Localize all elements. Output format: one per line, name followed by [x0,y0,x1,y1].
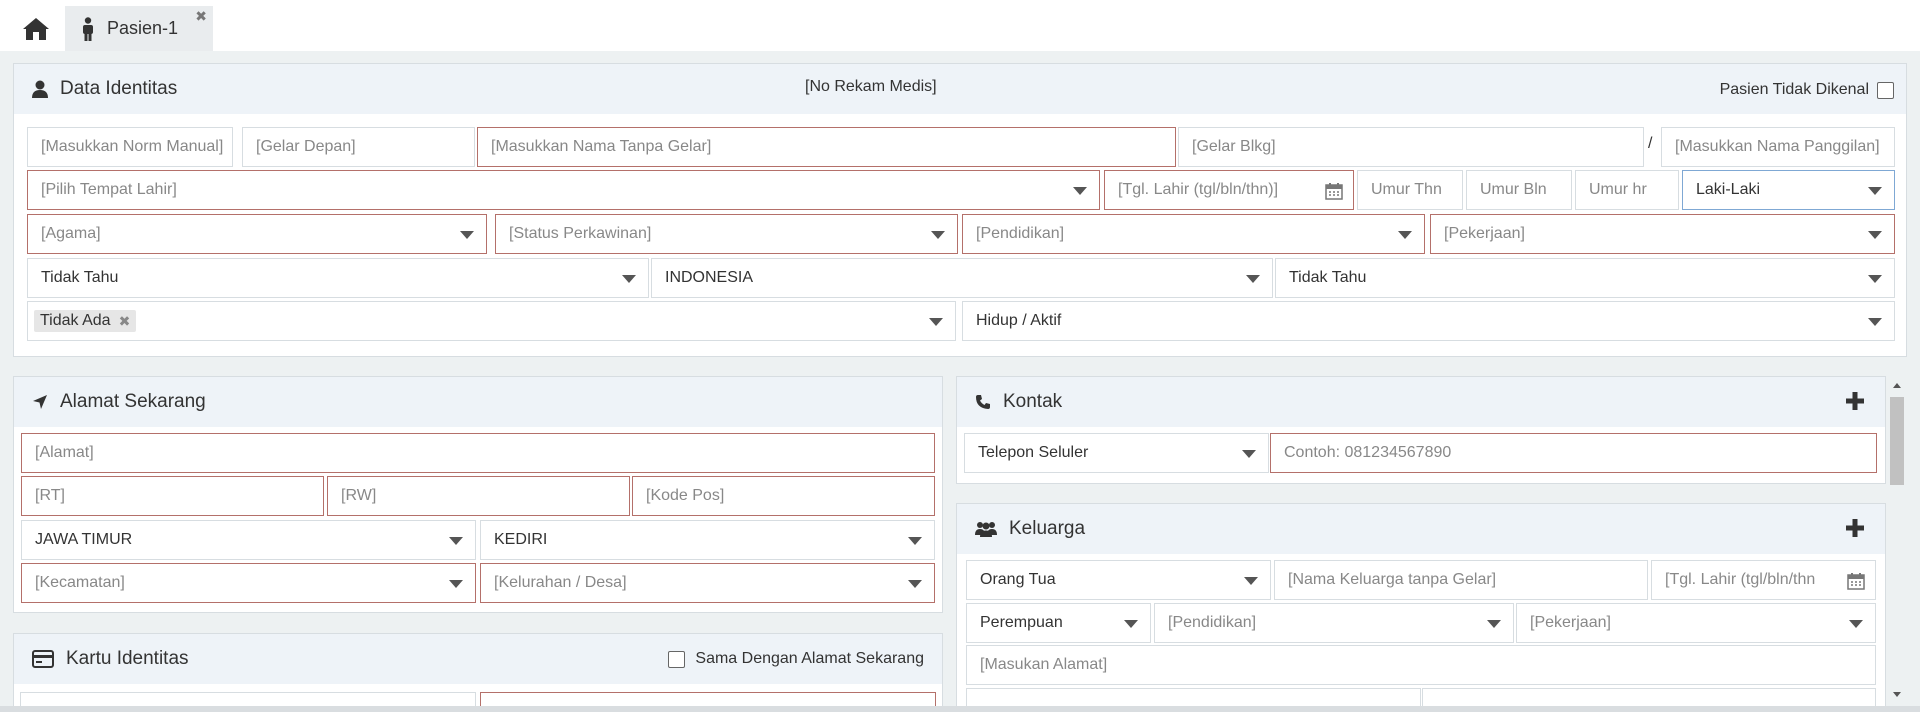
pendidikan-select[interactable]: [Pendidikan] [962,214,1425,254]
scroll-down-icon[interactable] [1888,687,1906,701]
jenis-kelamin-select[interactable]: Laki-Laki [1682,170,1895,210]
kartu-identitas-panel: Kartu Identitas Sama Dengan Alamat Sekar… [13,633,943,712]
vertical-scrollbar[interactable] [1888,375,1906,705]
gelar-belakang-input[interactable]: [Gelar Blkg] [1178,127,1644,167]
alamat-input[interactable]: [Alamat] [21,433,935,473]
rw-input[interactable]: [RW] [327,476,630,516]
chevron-down-icon [1868,231,1882,239]
panel-title: Keluarga [1009,518,1086,539]
panel-header: Data Identitas [14,64,1906,114]
chevron-down-icon [1398,231,1412,239]
calendar-icon[interactable] [1325,182,1343,200]
norm-manual-input[interactable]: [Masukkan Norm Manual] [27,127,233,167]
tanggal-lahir-keluarga-input[interactable]: [Tgl. Lahir (tgl/bln/thn [1651,560,1876,600]
tag-multiselect[interactable]: Tidak Ada ✖ [27,301,956,341]
umur-bulan-input[interactable]: Umur Bln [1466,170,1572,210]
add-keluarga-button[interactable] [1845,518,1865,538]
umur-tahun-input[interactable]: Umur Thn [1357,170,1463,210]
user-icon [32,80,48,98]
agama-select[interactable]: [Agama] [27,214,487,254]
name-separator: / [1648,135,1653,152]
tab-label: Pasien-1 [107,18,179,38]
alamat-keluarga-input[interactable]: [Masukan Alamat] [966,645,1876,685]
chevron-down-icon [1073,187,1087,195]
sama-dengan-alamat-label: Sama Dengan Alamat Sekarang [695,650,924,667]
chevron-down-icon [1849,620,1863,628]
chevron-down-icon [449,580,463,588]
location-arrow-icon [33,395,47,409]
pekerjaan-select[interactable]: [Pekerjaan] [1430,214,1895,254]
kelurahan-select[interactable]: [Kelurahan / Desa] [480,563,935,603]
tag-remove-icon[interactable]: ✖ [119,313,131,330]
pasien-tidak-dikenal-checkbox[interactable] [1877,81,1894,99]
nama-input[interactable]: [Masukkan Nama Tanpa Gelar] [477,127,1176,167]
home-icon [23,18,49,40]
chevron-down-icon [929,318,943,326]
chevron-down-icon [460,231,474,239]
chevron-down-icon [1246,275,1260,283]
status-hidup-select[interactable]: Hidup / Aktif [962,301,1895,341]
provinsi-select[interactable]: JAWA TIMUR [21,520,476,560]
panel-title: Alamat Sekarang [60,391,206,412]
tag-label: Tidak Ada [40,312,111,329]
chevron-down-icon [1242,450,1256,458]
select-tidak-tahu-2[interactable]: Tidak Tahu [1275,258,1895,298]
scrollbar-thumb[interactable] [1890,397,1904,485]
panel-title: Data Identitas [60,78,178,99]
kewarganegaraan-select[interactable]: INDONESIA [651,258,1273,298]
chevron-down-icon [1868,187,1882,195]
pekerjaan-keluarga-select[interactable]: [Pekerjaan] [1516,603,1876,643]
chevron-down-icon [1868,275,1882,283]
sama-dengan-alamat-checkbox[interactable] [668,650,686,668]
home-button[interactable] [12,8,60,50]
kecamatan-select[interactable]: [Kecamatan] [21,563,476,603]
tab-close-icon[interactable]: ✖ [195,8,207,25]
panel-title: Kartu Identitas [66,648,189,669]
person-icon [83,16,93,41]
sama-dengan-alamat-option[interactable]: Sama Dengan Alamat Sekarang [668,650,924,668]
bottom-bar [0,706,1920,712]
nama-panggilan-input[interactable]: [Masukkan Nama Panggilan] [1661,127,1895,167]
pendidikan-keluarga-select[interactable]: [Pendidikan] [1154,603,1514,643]
panel-header: Keluarga [957,504,1885,554]
tempat-lahir-select[interactable]: [Pilih Tempat Lahir] [27,170,1100,210]
chevron-down-icon [1124,620,1138,628]
calendar-icon[interactable] [1847,572,1865,590]
rekam-medis-label: [No Rekam Medis] [805,78,937,95]
kode-pos-input[interactable]: [Kode Pos] [632,476,935,516]
jenis-kelamin-keluarga-select[interactable]: Perempuan [966,603,1151,643]
panel-title: Kontak [1003,391,1063,412]
tab-pasien-1[interactable]: Pasien-1 ✖ [65,6,213,51]
umur-hari-input[interactable]: Umur hr [1575,170,1679,210]
top-bar: Pasien-1 ✖ [0,0,1920,51]
scroll-up-icon[interactable] [1888,379,1906,393]
nomor-kontak-input[interactable]: Contoh: 081234567890 [1270,433,1877,473]
jenis-kontak-select[interactable]: Telepon Seluler [964,433,1269,473]
panel-header: Alamat Sekarang [14,377,942,427]
phone-icon [976,395,990,409]
chevron-down-icon [449,537,463,545]
nama-keluarga-input[interactable]: [Nama Keluarga tanpa Gelar] [1274,560,1648,600]
chevron-down-icon [622,275,636,283]
users-icon [975,522,997,537]
chevron-down-icon [1244,577,1258,585]
status-perkawinan-select[interactable]: [Status Perkawinan] [495,214,958,254]
pasien-tidak-dikenal-option[interactable]: Pasien Tidak Dikenal [1720,81,1894,99]
chevron-down-icon [1487,620,1501,628]
chevron-down-icon [908,580,922,588]
gelar-depan-input[interactable]: [Gelar Depan] [242,127,475,167]
add-kontak-button[interactable] [1845,391,1865,411]
pasien-tidak-dikenal-label: Pasien Tidak Dikenal [1719,81,1869,98]
select-tidak-tahu-1[interactable]: Tidak Tahu [27,258,649,298]
hubungan-keluarga-select[interactable]: Orang Tua [966,560,1271,600]
selected-tag: Tidak Ada ✖ [34,310,137,332]
chevron-down-icon [1868,318,1882,326]
panel-header: Kontak [957,377,1885,427]
chevron-down-icon [931,231,945,239]
chevron-down-icon [908,537,922,545]
id-card-icon [32,650,54,668]
kabupaten-select[interactable]: KEDIRI [480,520,935,560]
rt-input[interactable]: [RT] [21,476,324,516]
tanggal-lahir-input[interactable]: [Tgl. Lahir (tgl/bln/thn)] [1104,170,1354,210]
